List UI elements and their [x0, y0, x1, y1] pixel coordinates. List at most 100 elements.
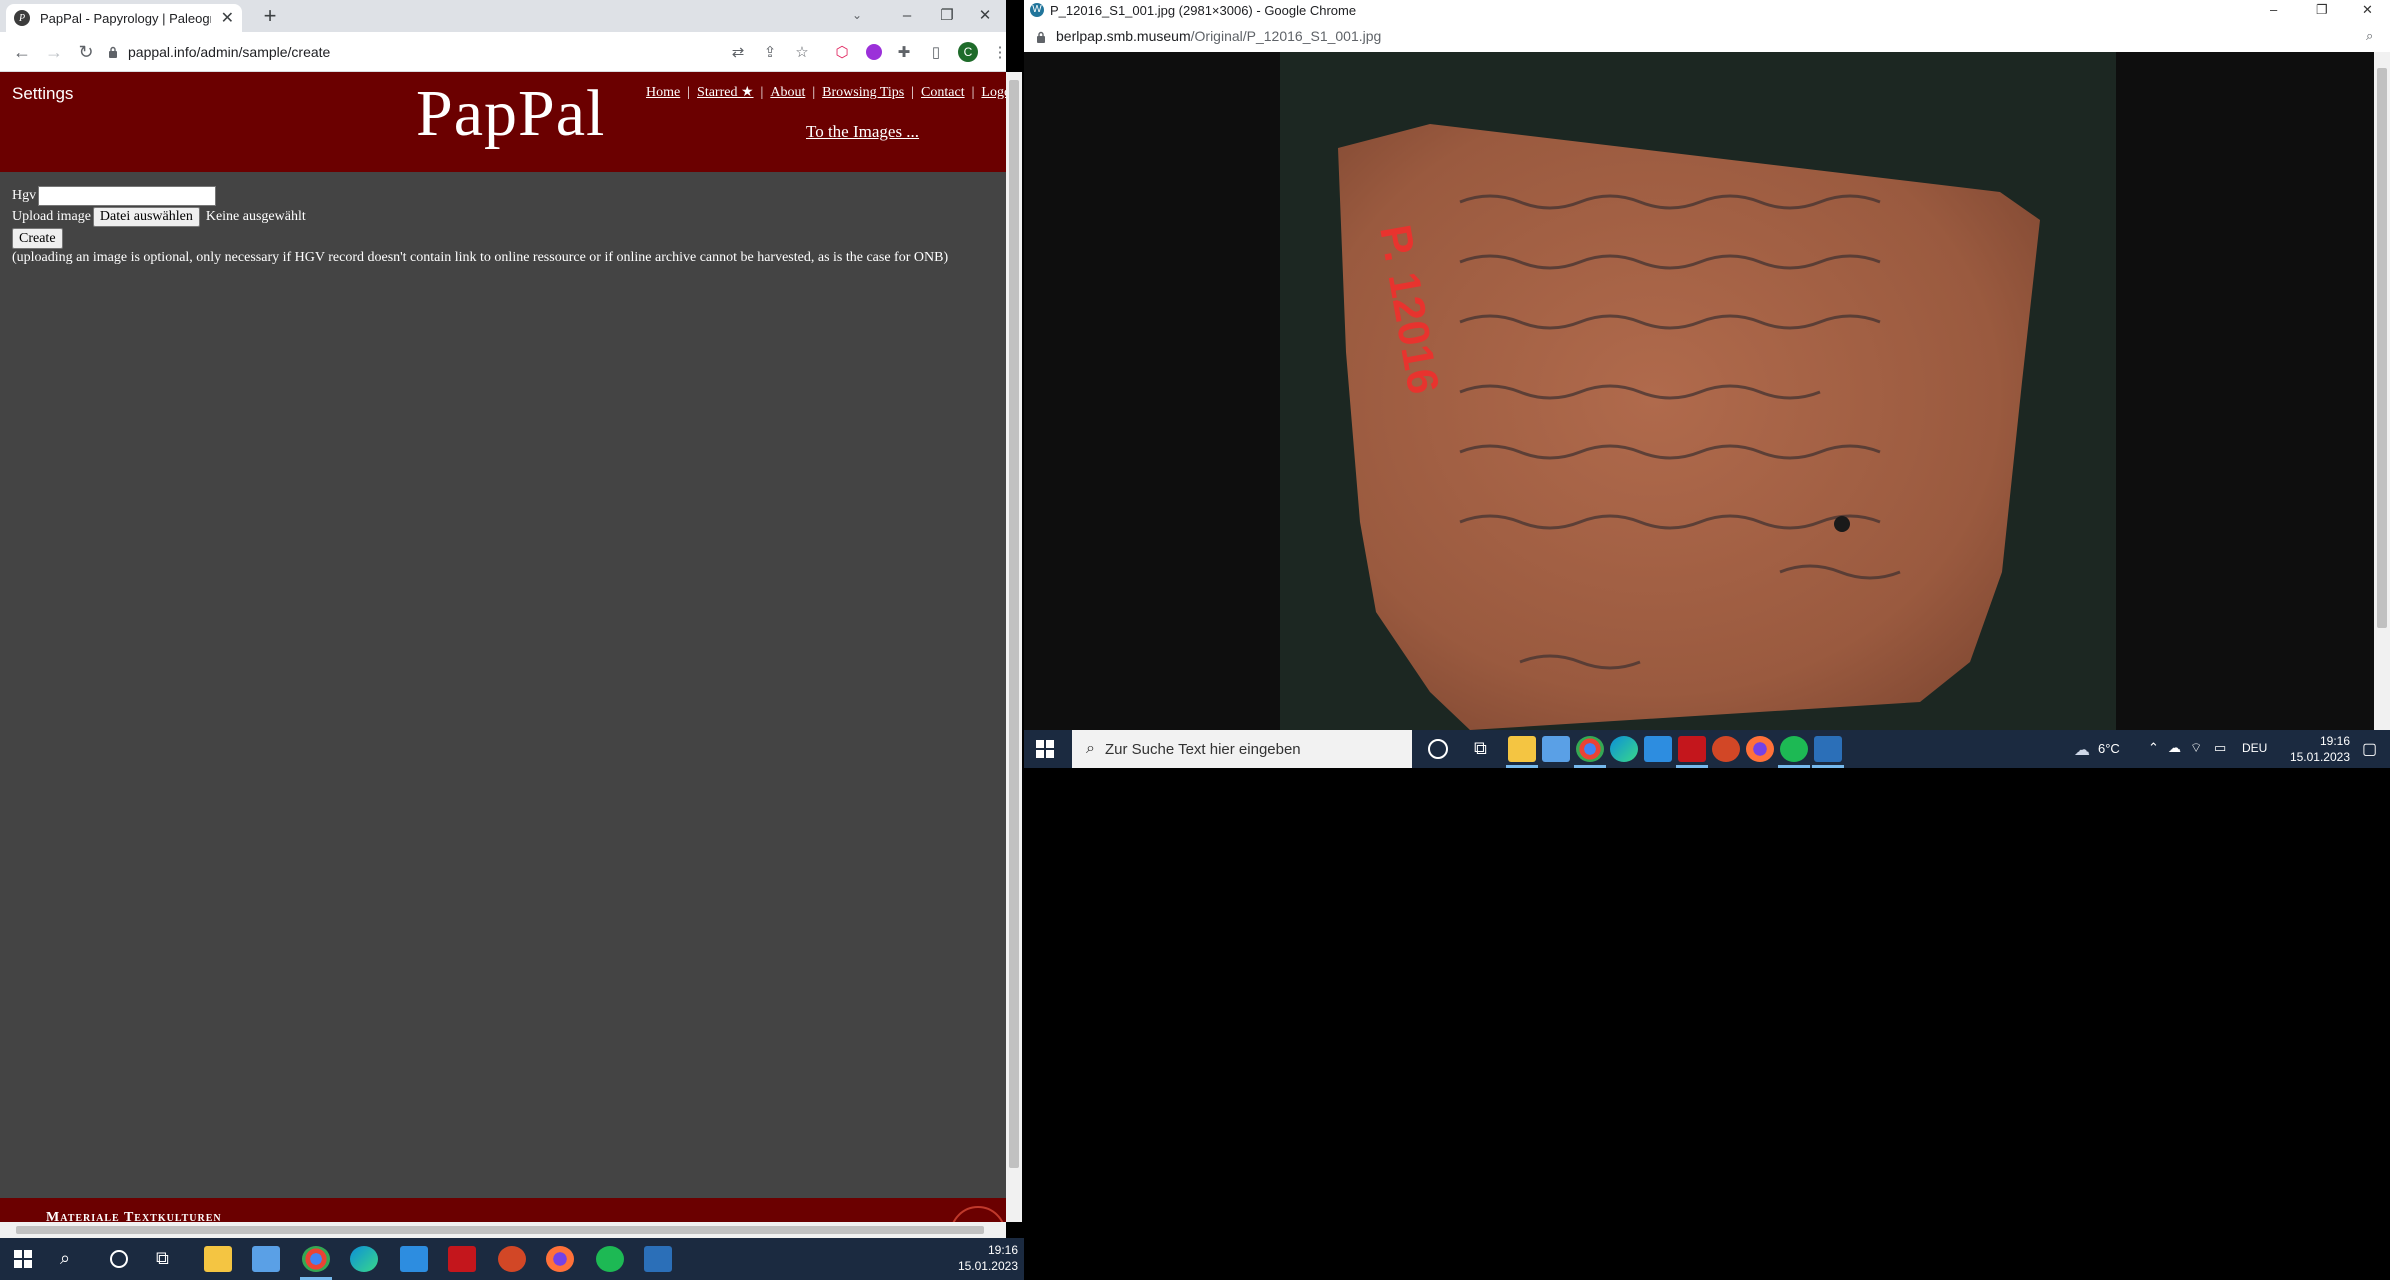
- address-bar[interactable]: berlpap.smb.museum/Original/P_12016_S1_0…: [1024, 22, 2390, 52]
- taskbar-clock[interactable]: 19:16 15.01.2023: [940, 1242, 1018, 1274]
- windows-start-icon[interactable]: [1036, 740, 1054, 758]
- bookmark-star-icon[interactable]: ☆: [790, 40, 814, 64]
- file-explorer-icon[interactable]: [204, 1246, 232, 1272]
- extension-a-icon[interactable]: ⬡: [830, 40, 854, 64]
- task-view-icon[interactable]: ⧉: [156, 1248, 169, 1269]
- cortana-icon[interactable]: [110, 1250, 128, 1268]
- tab-pappal[interactable]: P PapPal - Papyrology | Paleography ✕: [6, 4, 242, 32]
- share-icon[interactable]: ⇪: [758, 40, 782, 64]
- window-title: P_12016_S1_001.jpg (2981×3006) - Google …: [1050, 3, 1357, 18]
- chrome-icon[interactable]: [302, 1246, 330, 1272]
- create-button[interactable]: Create: [12, 228, 63, 249]
- store-icon[interactable]: [252, 1246, 280, 1272]
- taskbar-clock[interactable]: 19:16 15.01.2023: [2280, 733, 2350, 765]
- hgv-input[interactable]: [38, 186, 217, 206]
- vertical-scrollbar[interactable]: [2374, 52, 2390, 730]
- cortana-icon[interactable]: [1428, 739, 1448, 759]
- tab-close-icon[interactable]: ✕: [221, 8, 234, 28]
- back-arrow-icon[interactable]: ←: [10, 40, 34, 64]
- spotify-active-indicator: [1778, 765, 1810, 768]
- windows-start-icon[interactable]: [14, 1250, 32, 1268]
- horizontal-scrollbar[interactable]: [0, 1222, 1006, 1238]
- close-window-icon[interactable]: ✕: [2362, 2, 2373, 18]
- language-indicator[interactable]: DEU: [2242, 741, 2267, 755]
- settings-link[interactable]: Settings: [12, 84, 73, 104]
- upload-note: (uploading an image is optional, only ne…: [12, 250, 949, 265]
- powerpoint-icon[interactable]: [1712, 736, 1740, 762]
- nav-about[interactable]: About: [770, 85, 805, 100]
- battery-icon[interactable]: ▭: [2214, 740, 2226, 756]
- nav-home[interactable]: Home: [646, 85, 680, 100]
- vertical-scrollbar[interactable]: [1006, 72, 1022, 1222]
- zoom-icon[interactable]: ⌕: [2366, 28, 2373, 44]
- notifications-icon[interactable]: ▢: [2362, 739, 2377, 759]
- onedrive-icon[interactable]: ☁: [2168, 740, 2181, 756]
- chrome-icon[interactable]: [1576, 736, 1604, 762]
- profile-avatar[interactable]: C: [956, 40, 980, 64]
- pappal-favicon-icon: P: [14, 10, 30, 26]
- acrobat-icon[interactable]: [448, 1246, 476, 1272]
- lock-icon: [108, 46, 118, 58]
- new-tab-button[interactable]: +: [258, 4, 282, 28]
- upload-image-label: Upload image: [12, 209, 91, 224]
- vertical-scroll-thumb[interactable]: [2377, 68, 2387, 628]
- mail-icon[interactable]: [1644, 736, 1672, 762]
- pappal-page: Settings PapPal Home | Starred ★ | About | Bro…: [0, 72, 1006, 1236]
- nav-contact[interactable]: Contact: [921, 85, 965, 100]
- tab-title: PapPal - Papyrology | Paleography: [40, 10, 211, 26]
- spotify-icon[interactable]: [1780, 736, 1808, 762]
- horizontal-scroll-thumb[interactable]: [16, 1226, 984, 1234]
- firefox-icon[interactable]: [546, 1246, 574, 1272]
- windows-taskbar-right: ⌕ Zur Suche Text hier eingeben ⧉ ☁ 6°C ⌃…: [1024, 730, 2390, 768]
- image-viewport: P. 12016: [1024, 52, 2374, 730]
- search-icon[interactable]: ⌕: [60, 1248, 70, 1269]
- weather-cloud-icon[interactable]: ☁: [2074, 740, 2090, 760]
- minimize-icon[interactable]: –: [2270, 2, 2277, 17]
- close-window-icon[interactable]: ✕: [964, 0, 1006, 30]
- task-view-icon[interactable]: ⧉: [1474, 738, 1487, 759]
- acrobat-active-indicator: [1676, 765, 1708, 768]
- edge-icon[interactable]: [1610, 736, 1638, 762]
- nav-logout[interactable]: Logout: [981, 85, 1006, 100]
- taskbar-search-box[interactable]: ⌕ Zur Suche Text hier eingeben: [1072, 730, 1412, 768]
- minimize-icon[interactable]: –: [886, 0, 928, 30]
- forward-arrow-icon[interactable]: →: [42, 40, 66, 64]
- extensions-puzzle-icon[interactable]: ✚: [892, 40, 916, 64]
- choose-file-button[interactable]: Datei auswählen: [92, 207, 200, 227]
- mail-icon[interactable]: [400, 1246, 428, 1272]
- extension-b-icon[interactable]: [862, 40, 886, 64]
- photos-icon[interactable]: [644, 1246, 672, 1272]
- pappal-header: Settings PapPal Home | Starred ★ | About | Bro…: [0, 72, 1006, 172]
- powerpoint-icon[interactable]: [498, 1246, 526, 1272]
- nav-browsing-tips[interactable]: Browsing Tips: [822, 85, 904, 100]
- reload-icon[interactable]: ↻: [74, 40, 98, 64]
- edge-icon[interactable]: [350, 1246, 378, 1272]
- restore-icon[interactable]: ❐: [2316, 2, 2328, 18]
- side-panel-icon[interactable]: ▯: [924, 40, 948, 64]
- search-icon: ⌕: [1086, 740, 1095, 757]
- menu-kebab-icon[interactable]: ⋮: [988, 40, 1007, 64]
- nav-starred[interactable]: Starred ★: [697, 85, 753, 100]
- store-icon[interactable]: [1542, 736, 1570, 762]
- hgv-label: Hgv: [12, 188, 37, 203]
- weather-temp[interactable]: 6°C: [2098, 741, 2120, 756]
- translate-icon[interactable]: ⇄: [726, 40, 750, 64]
- left-browser-window: P PapPal - Papyrology | Paleography ✕ + …: [0, 0, 1006, 1238]
- vertical-scroll-thumb[interactable]: [1009, 80, 1019, 1168]
- address-bar[interactable]: pappal.info/admin/sample/create: [108, 37, 708, 67]
- tab-search-icon[interactable]: ⌄: [852, 8, 862, 22]
- photos-icon[interactable]: [1814, 736, 1842, 762]
- firefox-icon[interactable]: [1746, 736, 1774, 762]
- wordpress-favicon-icon: W: [1030, 3, 1044, 17]
- tray-chevron-icon[interactable]: ⌃: [2148, 740, 2159, 756]
- to-images-link[interactable]: To the Images ...: [806, 122, 919, 142]
- spotify-icon[interactable]: [596, 1246, 624, 1272]
- papyrus-ostracon-image[interactable]: P. 12016: [1280, 52, 2116, 730]
- restore-icon[interactable]: ❐: [926, 0, 968, 30]
- explorer-active-indicator: [1506, 765, 1538, 768]
- acrobat-icon[interactable]: [1678, 736, 1706, 762]
- network-icon[interactable]: ⌔: [2190, 740, 2202, 756]
- pappal-logo[interactable]: PapPal: [416, 76, 605, 152]
- photos-active-indicator: [1812, 765, 1844, 768]
- file-explorer-icon[interactable]: [1508, 736, 1536, 762]
